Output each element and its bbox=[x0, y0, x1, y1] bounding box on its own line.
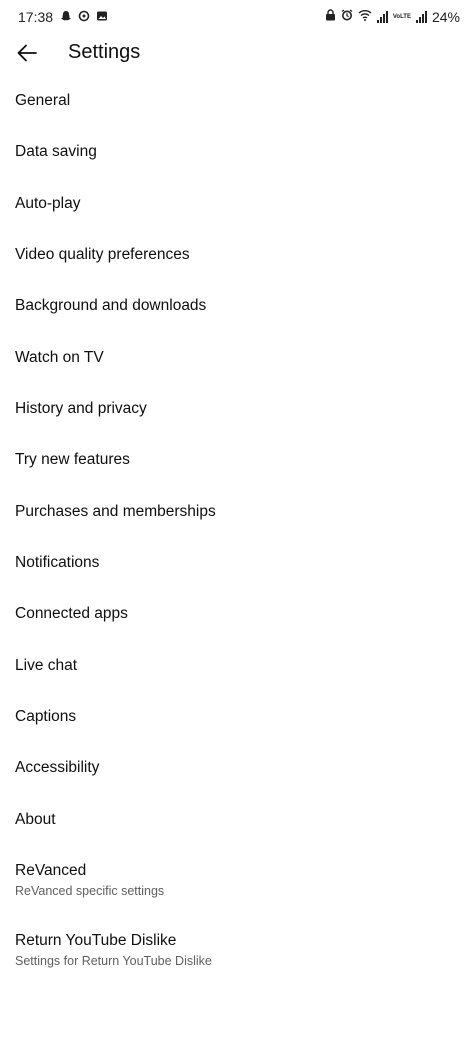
item-subtitle: Settings for Return YouTube Dislike bbox=[15, 954, 212, 968]
settings-item-notifications[interactable]: Notifications bbox=[0, 538, 474, 589]
item-label: History and privacy bbox=[15, 400, 147, 417]
settings-item-general[interactable]: General bbox=[0, 76, 474, 127]
status-time: 17:38 bbox=[18, 9, 54, 25]
settings-item-live-chat[interactable]: Live chat bbox=[0, 640, 474, 692]
item-label: Return YouTube Dislike bbox=[15, 932, 177, 949]
item-label: Purchases and memberships bbox=[15, 503, 216, 520]
settings-item-data-saving[interactable]: Data saving bbox=[0, 127, 474, 178]
alarm-icon bbox=[341, 9, 353, 25]
settings-item-revanced[interactable]: ReVanced ReVanced specific settings bbox=[0, 846, 474, 916]
signal-icon bbox=[415, 11, 427, 23]
settings-item-accessibility[interactable]: Accessibility bbox=[0, 743, 474, 794]
settings-item-purchases-memberships[interactable]: Purchases and memberships bbox=[0, 486, 474, 538]
signal-icon bbox=[376, 11, 388, 23]
item-label: Watch on TV bbox=[15, 349, 104, 366]
settings-item-return-youtube-dislike[interactable]: Return YouTube Dislike Settings for Retu… bbox=[0, 916, 474, 986]
volte-icon: VoLTE bbox=[392, 14, 411, 20]
item-label: ReVanced bbox=[15, 862, 87, 879]
back-button[interactable] bbox=[10, 36, 44, 70]
lock-icon bbox=[325, 9, 336, 25]
settings-item-auto-play[interactable]: Auto-play bbox=[0, 178, 474, 230]
settings-item-try-new-features[interactable]: Try new features bbox=[0, 435, 474, 486]
item-label: Video quality preferences bbox=[15, 246, 190, 263]
battery-percent: 24% bbox=[431, 9, 460, 25]
settings-item-connected-apps[interactable]: Connected apps bbox=[0, 589, 474, 640]
item-label: Try new features bbox=[15, 451, 130, 468]
item-label: Auto-play bbox=[15, 195, 81, 212]
status-left-icons bbox=[60, 10, 108, 26]
item-subtitle: ReVanced specific settings bbox=[15, 884, 165, 898]
item-label: About bbox=[15, 811, 56, 828]
settings-item-about[interactable]: About bbox=[0, 794, 474, 846]
item-label: Captions bbox=[15, 708, 77, 725]
settings-item-background-downloads[interactable]: Background and downloads bbox=[0, 281, 474, 332]
settings-item-captions[interactable]: Captions bbox=[0, 692, 474, 743]
settings-item-watch-on-tv[interactable]: Watch on TV bbox=[0, 332, 474, 384]
item-label: Live chat bbox=[15, 657, 78, 674]
item-label: Connected apps bbox=[15, 605, 128, 622]
settings-item-history-privacy[interactable]: History and privacy bbox=[0, 384, 474, 435]
status-right: VoLTE 24% bbox=[325, 9, 460, 25]
gallery-icon bbox=[96, 10, 108, 26]
page-title: Settings bbox=[68, 41, 141, 63]
settings-item-video-quality[interactable]: Video quality preferences bbox=[0, 230, 474, 281]
app-bar: Settings bbox=[0, 34, 474, 74]
item-label: General bbox=[15, 92, 71, 109]
item-label: Background and downloads bbox=[15, 297, 207, 314]
arrow-left-icon bbox=[17, 44, 37, 62]
item-label: Accessibility bbox=[15, 759, 100, 776]
item-label: Notifications bbox=[15, 554, 100, 571]
status-bar: 17:38 VoLTE 24% bbox=[0, 0, 474, 34]
snapchat-icon bbox=[60, 10, 72, 26]
ghost-icon bbox=[78, 10, 90, 26]
wifi-icon bbox=[358, 9, 372, 25]
item-label: Data saving bbox=[15, 143, 97, 160]
